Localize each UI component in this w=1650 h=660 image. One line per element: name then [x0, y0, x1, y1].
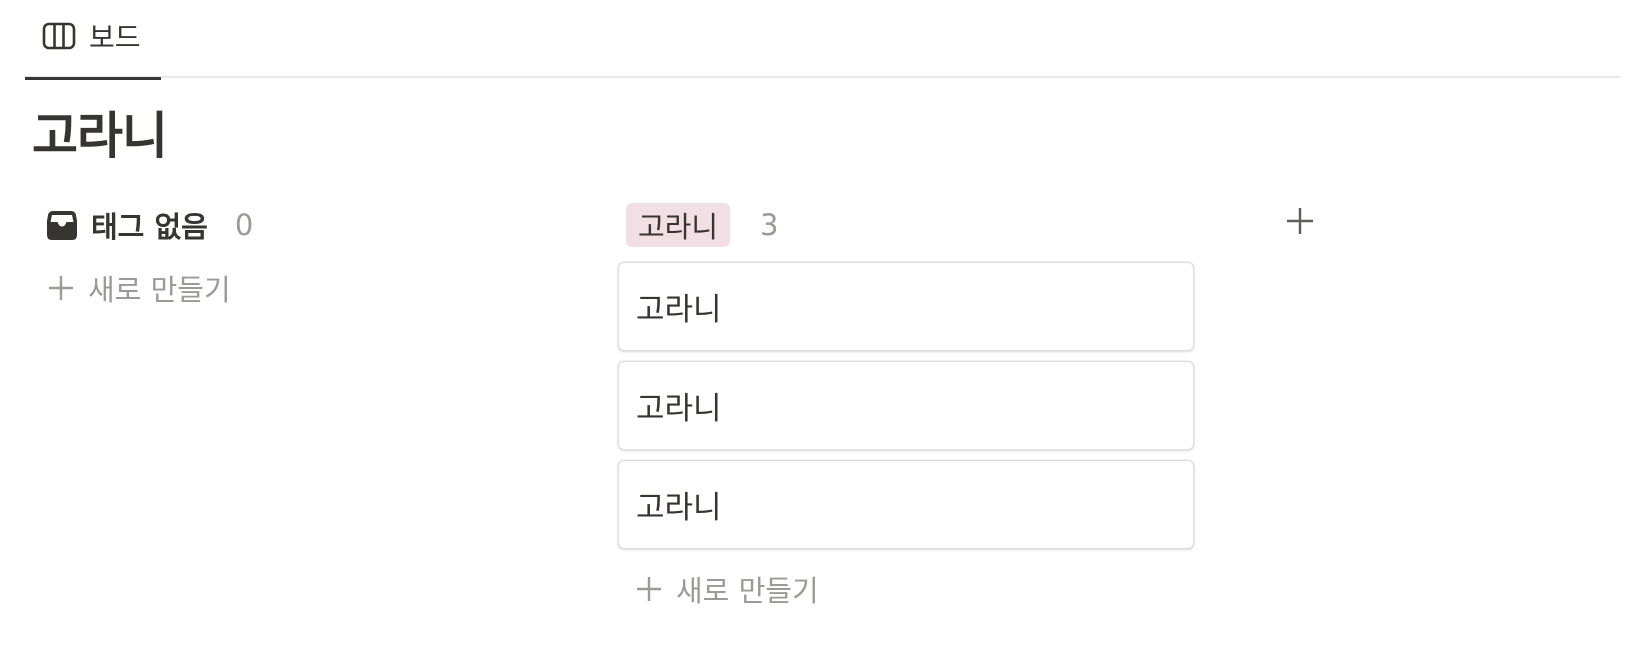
board-columns-icon [42, 22, 76, 50]
card-title: 고라니 [636, 490, 722, 526]
card-title: 고라니 [636, 391, 722, 427]
column-header-tag[interactable]: 고라니 3 [618, 198, 1196, 252]
card-title: 고라니 [636, 292, 722, 328]
new-card-label: 새로 만들기 [676, 574, 819, 608]
board-column-tag: 고라니 3 고라니 고라니 고라니 새로 만들기 [618, 198, 1196, 619]
tag-pill[interactable]: 고라니 [626, 203, 731, 247]
card-list: 고라니 고라니 고라니 [618, 262, 1196, 549]
plus-icon [1285, 206, 1315, 240]
column-count-no-tag: 0 [234, 208, 254, 242]
column-label-no-tag: 태그 없음 [91, 210, 208, 244]
new-card-button-no-tag[interactable]: 새로 만들기 [46, 258, 606, 318]
board-card[interactable]: 고라니 [618, 262, 1194, 351]
board-card[interactable]: 고라니 [618, 361, 1194, 450]
board-column-no-tag: 태그 없음 0 새로 만들기 [46, 198, 606, 318]
plus-icon [46, 273, 76, 303]
board-card[interactable]: 고라니 [618, 460, 1194, 549]
column-header-no-tag[interactable]: 태그 없음 0 [46, 198, 606, 252]
tab-board[interactable]: 보드 [25, 0, 161, 80]
page-title[interactable]: 고라니 [32, 96, 168, 168]
tab-board-label: 보드 [89, 21, 141, 54]
add-group-button[interactable] [1282, 205, 1318, 241]
plus-icon [634, 574, 664, 604]
column-count-tag: 3 [760, 208, 779, 242]
new-card-button-tag[interactable]: 새로 만들기 [634, 559, 1196, 619]
new-card-label: 새로 만들기 [88, 273, 231, 307]
view-tab-bar: 보드 [25, 0, 1620, 80]
inbox-icon [46, 209, 78, 241]
